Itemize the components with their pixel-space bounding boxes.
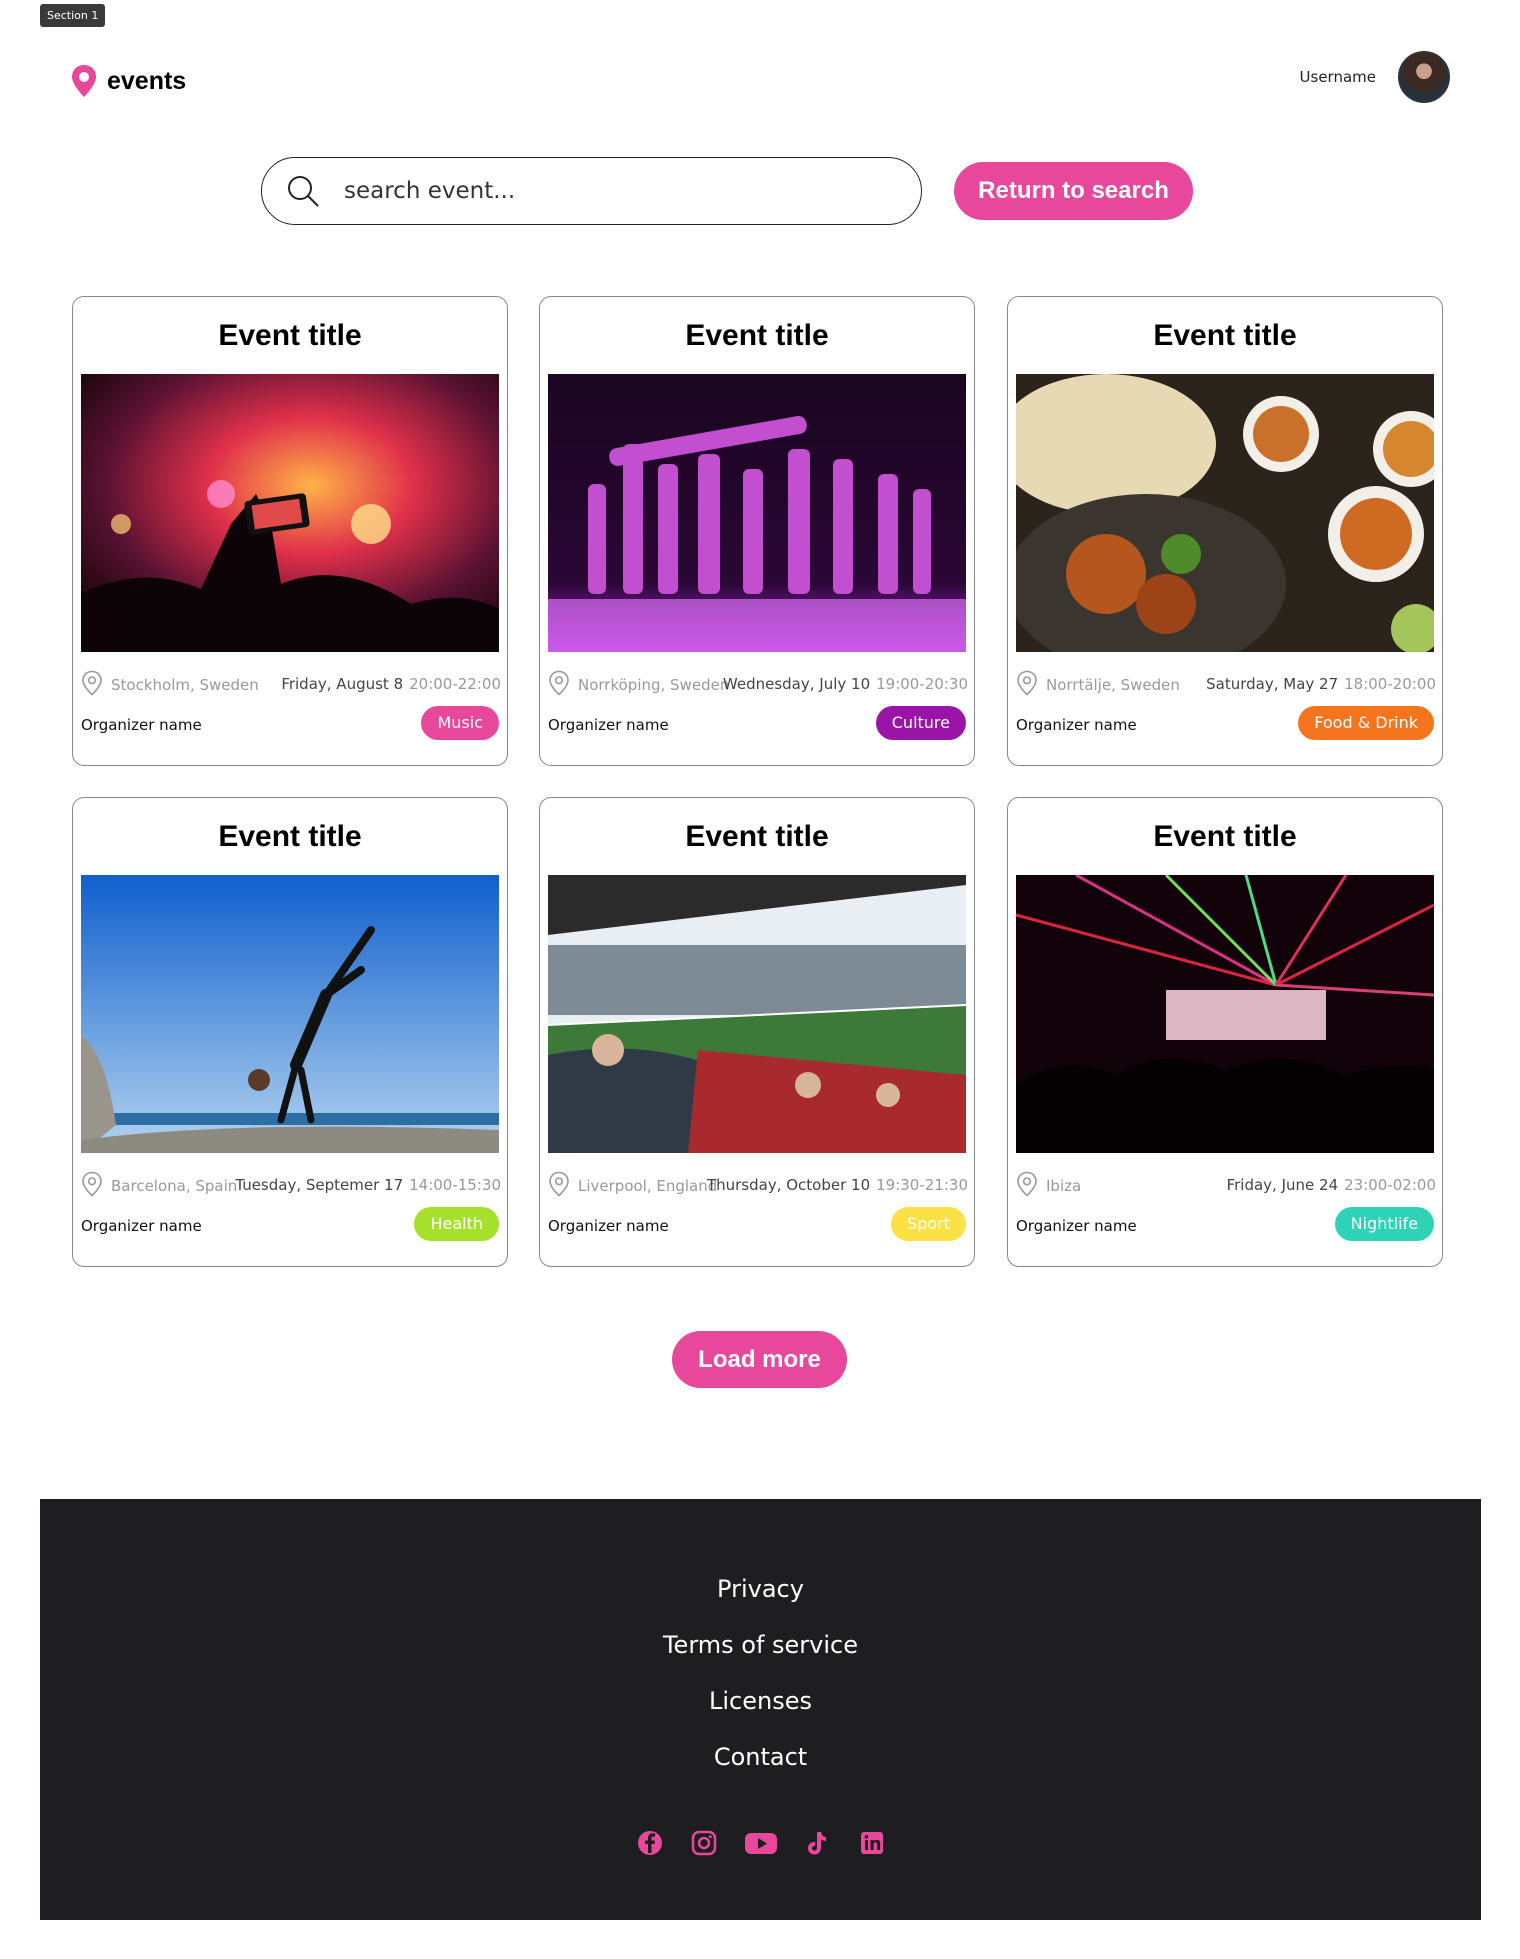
event-location: Norrköping, Sweden — [548, 670, 729, 700]
time-text: 19:00-20:30 — [876, 675, 968, 693]
organizer-name[interactable]: Organizer name — [1016, 716, 1137, 734]
location-text: Norrköping, Sweden — [578, 676, 730, 694]
event-location: Barcelona, Spain — [81, 1171, 237, 1201]
date-text: Saturday, May 27 — [1206, 675, 1339, 693]
footer-link-privacy[interactable]: Privacy — [40, 1575, 1481, 1603]
location-pin-icon — [1016, 1171, 1038, 1201]
location-text: Barcelona, Spain — [111, 1177, 238, 1195]
tiktok-icon[interactable] — [804, 1829, 832, 1857]
category-badge[interactable]: Culture — [875, 706, 966, 740]
logo[interactable]: events — [70, 64, 186, 98]
location-text: Liverpool, England — [578, 1177, 718, 1195]
event-date: Thursday, October 10 19:30-21:30 — [707, 1176, 968, 1194]
section-tag: Section 1 — [40, 4, 106, 27]
date-text: Wednesday, July 10 — [722, 675, 871, 693]
event-card[interactable]: Event title Norrtälje, Sweden Saturday, … — [1007, 296, 1443, 766]
time-text: 14:00-15:30 — [409, 1176, 501, 1194]
event-card[interactable]: Event title Stockholm, Sweden Friday, Au… — [72, 296, 508, 766]
footer-link-licenses[interactable]: Licenses — [40, 1687, 1481, 1715]
organizer-name[interactable]: Organizer name — [548, 1217, 669, 1235]
event-image[interactable] — [1016, 875, 1434, 1153]
event-date: Friday, August 8 20:00-22:00 — [281, 675, 501, 693]
location-pin-icon — [72, 65, 96, 97]
linkedin-icon[interactable] — [858, 1829, 886, 1857]
event-image[interactable] — [548, 875, 966, 1153]
time-text: 23:00-02:00 — [1344, 1176, 1436, 1194]
location-pin-icon — [548, 670, 570, 700]
date-text: Friday, August 8 — [281, 675, 404, 693]
category-badge[interactable]: Music — [421, 706, 499, 740]
event-location: Norrtälje, Sweden — [1016, 670, 1180, 700]
event-image[interactable] — [81, 374, 499, 652]
time-text: 20:00-22:00 — [409, 675, 501, 693]
location-pin-icon — [81, 1171, 103, 1201]
location-pin-icon — [81, 670, 103, 700]
event-image[interactable] — [548, 374, 966, 652]
event-card[interactable]: Event title Liverpool, England Thursday,… — [539, 797, 975, 1267]
event-card[interactable]: Event title Barcelona, Spain Tuesday, Se… — [72, 797, 508, 1267]
date-text: Tuesday, Septemer 17 — [235, 1176, 404, 1194]
user-menu[interactable]: Username — [1300, 51, 1450, 103]
category-badge[interactable]: Health — [414, 1207, 499, 1241]
location-pin-icon — [1016, 670, 1038, 700]
footer: Privacy Terms of service Licenses Contac… — [40, 1499, 1481, 1920]
category-badge[interactable]: Nightlife — [1334, 1207, 1434, 1241]
category-badge[interactable]: Food & Drink — [1298, 706, 1434, 740]
event-card[interactable]: Event title Ibiza Friday, June 24 23:00-0… — [1007, 797, 1443, 1267]
search-icon — [288, 176, 319, 207]
facebook-icon[interactable] — [636, 1829, 664, 1857]
date-text: Thursday, October 10 — [706, 1176, 871, 1194]
category-badge[interactable]: Sport — [891, 1207, 966, 1241]
event-title[interactable]: Event title — [1008, 820, 1442, 854]
time-text: 19:30-21:30 — [876, 1176, 968, 1194]
search-bar[interactable] — [261, 157, 922, 225]
return-to-search-button[interactable]: Return to search — [954, 162, 1193, 220]
avatar[interactable] — [1398, 51, 1450, 103]
logo-text: events — [107, 66, 187, 95]
location-text: Norrtälje, Sweden — [1046, 676, 1180, 694]
youtube-icon[interactable] — [744, 1829, 778, 1857]
footer-link-terms[interactable]: Terms of service — [40, 1631, 1481, 1659]
event-location: Liverpool, England — [548, 1171, 717, 1201]
event-location: Ibiza — [1016, 1171, 1081, 1201]
organizer-name[interactable]: Organizer name — [81, 716, 202, 734]
load-more-button[interactable]: Load more — [672, 1331, 847, 1388]
time-text: 18:00-20:00 — [1344, 675, 1436, 693]
event-image[interactable] — [81, 875, 499, 1153]
event-date: Saturday, May 27 18:00-20:00 — [1206, 675, 1436, 693]
event-date: Tuesday, Septemer 17 14:00-15:30 — [235, 1176, 501, 1194]
event-image[interactable] — [1016, 374, 1434, 652]
location-text: Stockholm, Sweden — [111, 676, 259, 694]
event-date: Wednesday, July 10 19:00-20:30 — [723, 675, 968, 693]
search-input[interactable] — [344, 178, 864, 204]
location-text: Ibiza — [1046, 1177, 1082, 1195]
social-links — [40, 1829, 1481, 1857]
organizer-name[interactable]: Organizer name — [548, 716, 669, 734]
event-card[interactable]: Event title Norrköping, Sweden Wednesday… — [539, 296, 975, 766]
event-title[interactable]: Event title — [540, 319, 974, 353]
username: Username — [1299, 68, 1376, 86]
event-location: Stockholm, Sweden — [81, 670, 259, 700]
event-title[interactable]: Event title — [73, 820, 507, 854]
location-pin-icon — [548, 1171, 570, 1201]
event-title[interactable]: Event title — [540, 820, 974, 854]
date-text: Friday, June 24 — [1226, 1176, 1339, 1194]
event-title[interactable]: Event title — [1008, 319, 1442, 353]
event-title[interactable]: Event title — [73, 319, 507, 353]
footer-link-contact[interactable]: Contact — [40, 1743, 1481, 1771]
event-date: Friday, June 24 23:00-02:00 — [1227, 1176, 1436, 1194]
organizer-name[interactable]: Organizer name — [81, 1217, 202, 1235]
instagram-icon[interactable] — [690, 1829, 718, 1857]
organizer-name[interactable]: Organizer name — [1016, 1217, 1137, 1235]
